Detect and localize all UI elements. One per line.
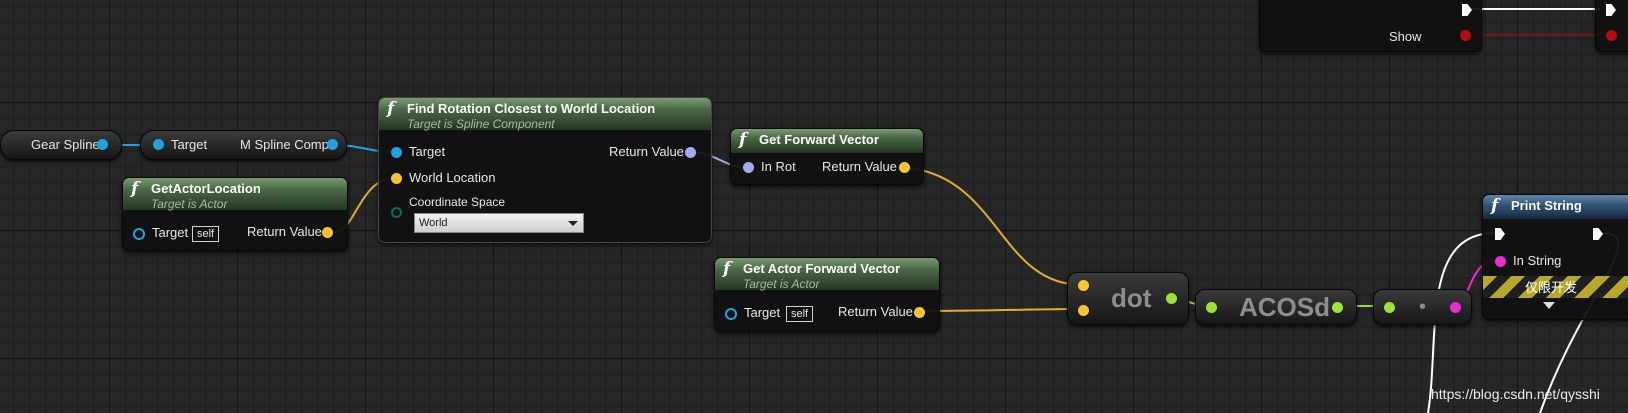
exec-out-pin[interactable] xyxy=(1593,228,1603,240)
acos-label: ACOSd xyxy=(1239,292,1330,322)
input-a-pin[interactable] xyxy=(1078,280,1089,291)
target-pin[interactable] xyxy=(391,147,402,158)
coord-space-dropdown[interactable]: World xyxy=(414,213,584,233)
watermark: https://blog.csdn.net/qysshi xyxy=(1431,386,1600,402)
bool-in-pin[interactable] xyxy=(1606,30,1617,41)
input-pin[interactable] xyxy=(1206,302,1217,313)
in-rot-label: In Rot xyxy=(761,159,796,174)
input-pin[interactable] xyxy=(1384,302,1395,313)
in-string-pin[interactable] xyxy=(1495,256,1506,267)
return-vector-pin[interactable] xyxy=(914,307,925,318)
output-pin[interactable] xyxy=(1450,302,1461,313)
spline-comp-getter[interactable]: Target M Spline Comp xyxy=(140,130,347,160)
dot-product-node[interactable]: dot xyxy=(1067,272,1189,325)
return-label: Return Value xyxy=(822,159,897,174)
target-label: Target xyxy=(152,225,189,240)
input-b-pin[interactable] xyxy=(1078,305,1089,316)
node-subtitle: Target is Actor xyxy=(743,277,820,291)
world-location-label: World Location xyxy=(409,170,496,185)
output-float-pin[interactable] xyxy=(1166,293,1177,304)
function-icon: f xyxy=(131,179,139,199)
spline-comp-pin[interactable] xyxy=(327,139,338,150)
output-pin[interactable] xyxy=(1332,302,1343,313)
return-label: Return Value xyxy=(609,144,684,159)
node-header: f Find Rotation Closest to World Locatio… xyxy=(379,98,711,131)
return-vector-pin[interactable] xyxy=(899,162,910,173)
gear-spline-pin[interactable] xyxy=(97,139,108,150)
node-subtitle: Target is Spline Component xyxy=(407,117,555,131)
show-pin[interactable] xyxy=(1460,30,1471,41)
target-label: Target xyxy=(744,305,781,320)
gear-spline-variable[interactable]: Gear Spline xyxy=(0,130,122,160)
in-string-label: In String xyxy=(1513,253,1562,268)
spline-comp-label: M Spline Comp xyxy=(240,137,329,152)
dot-label: dot xyxy=(1111,283,1152,313)
gear-spline-label: Gear Spline xyxy=(31,137,100,152)
node-title: GetActorLocation xyxy=(151,181,261,196)
target-pin[interactable] xyxy=(153,139,164,150)
coord-space-value: World xyxy=(419,217,448,229)
target-pin[interactable] xyxy=(725,308,737,320)
target-pin[interactable] xyxy=(133,228,145,240)
self-default[interactable]: self xyxy=(192,226,220,242)
in-rot-pin[interactable] xyxy=(743,162,754,173)
print-string-node[interactable]: f Print String In String 仅限开发 xyxy=(1482,194,1628,320)
return-label: Return Value xyxy=(838,304,913,319)
node-title: Print String xyxy=(1511,198,1582,213)
show-label: Show xyxy=(1389,29,1422,44)
return-rotator-pin[interactable] xyxy=(685,147,696,158)
node-header: f GetActorLocation Target is Actor xyxy=(123,178,347,211)
node-subtitle: Target is Actor xyxy=(151,197,228,211)
find-rotation-node[interactable]: f Find Rotation Closest to World Locatio… xyxy=(378,97,712,243)
node-title: Get Actor Forward Vector xyxy=(743,261,900,276)
function-icon: f xyxy=(1491,196,1499,216)
function-icon: f xyxy=(739,130,747,150)
coord-space-label: Coordinate Space xyxy=(409,195,506,209)
function-icon: f xyxy=(387,99,395,119)
get-actor-location-node[interactable]: f GetActorLocation Target is Actor Targe… xyxy=(122,177,348,251)
node-title: Find Rotation Closest to World Location xyxy=(407,101,656,116)
return-pin[interactable] xyxy=(322,227,333,238)
development-only-label: 仅限开发 xyxy=(1525,280,1578,295)
get-actor-forward-vector-node[interactable]: f Get Actor Forward Vector Target is Act… xyxy=(714,257,940,332)
top-partial-node[interactable]: Show xyxy=(1259,0,1482,52)
target-label: Target xyxy=(171,137,208,152)
coord-space-pin[interactable] xyxy=(391,207,402,218)
world-location-pin[interactable] xyxy=(391,173,402,184)
node-header: f Get Actor Forward Vector Target is Act… xyxy=(715,258,939,291)
node-title: Get Forward Vector xyxy=(759,132,879,147)
expand-arrow-icon[interactable] xyxy=(1543,302,1555,309)
function-icon: f xyxy=(723,259,731,279)
self-default[interactable]: self xyxy=(786,306,814,322)
target-label: Target xyxy=(409,144,446,159)
get-forward-vector-node[interactable]: f Get Forward Vector In Rot Return Value xyxy=(730,128,924,185)
exec-out-pin[interactable] xyxy=(1462,4,1472,16)
right-partial-node[interactable] xyxy=(1595,0,1628,52)
conversion-dot: • xyxy=(1419,296,1427,318)
float-to-string-node[interactable]: • xyxy=(1373,289,1472,325)
acos-node[interactable]: ACOSd xyxy=(1195,289,1357,325)
exec-in-pin[interactable] xyxy=(1606,4,1616,16)
node-header: f Print String xyxy=(1483,195,1628,219)
blueprint-graph-canvas[interactable]: Show Gear Spline Target M Spline Comp f … xyxy=(0,0,1628,413)
chevron-down-icon xyxy=(568,221,578,226)
wire-actor-forward xyxy=(925,308,1084,312)
return-label: Return Value xyxy=(247,224,322,239)
node-header: f Get Forward Vector xyxy=(731,129,923,153)
exec-in-pin[interactable] xyxy=(1495,228,1505,240)
